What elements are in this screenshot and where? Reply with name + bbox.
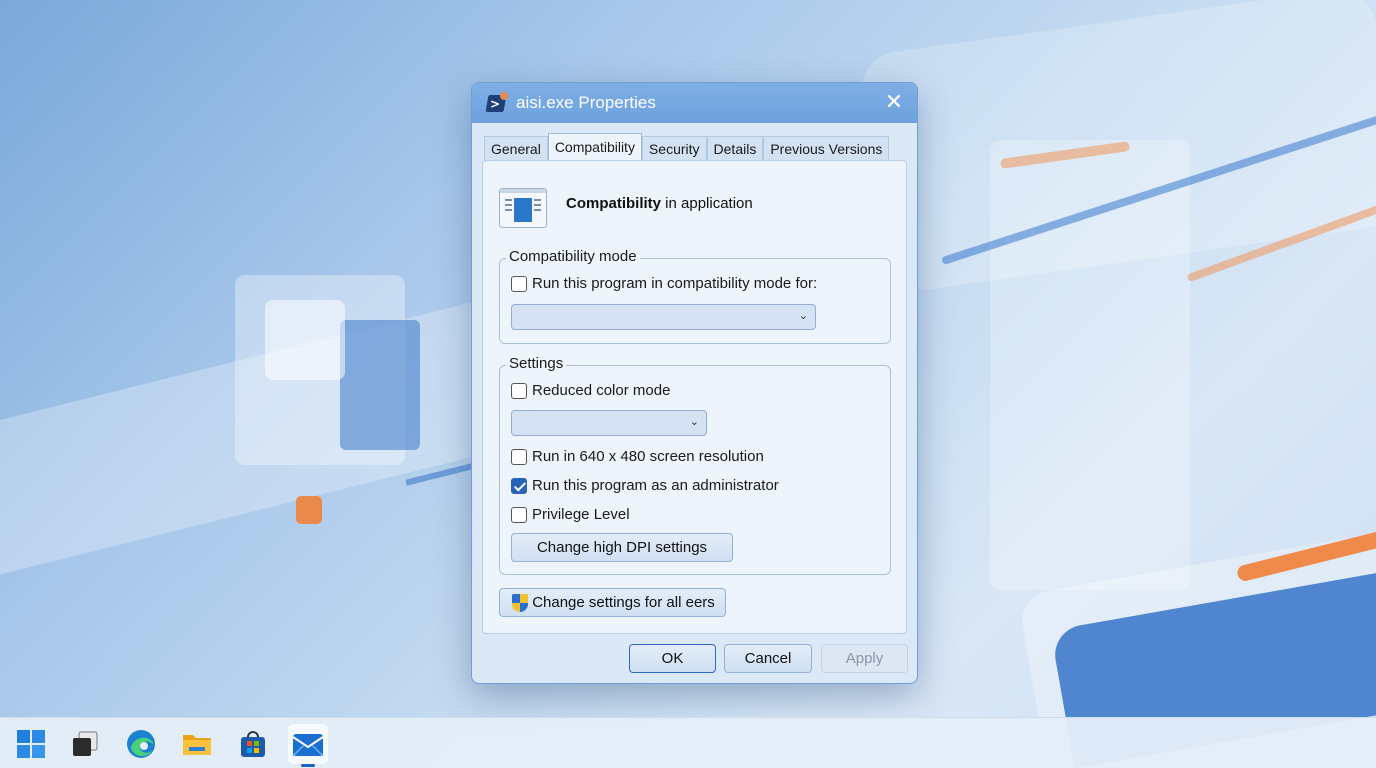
ok-button[interactable]: OK	[629, 644, 716, 673]
compat-mode-label: Run this program in compatibility mode f…	[532, 275, 818, 292]
dialog-title: aisi.exe Properties	[516, 93, 656, 112]
chevron-down-icon: ⌄	[798, 309, 808, 322]
group-label-settings: Settings	[506, 355, 567, 372]
wallpaper-shape	[296, 496, 322, 524]
edge-browser-icon[interactable]	[121, 724, 161, 764]
reduced-color-checkbox[interactable]	[511, 382, 527, 399]
tab-content: Compatibility in application Compatibili…	[482, 160, 907, 634]
wallpaper-shape	[990, 140, 1190, 590]
task-view-icon[interactable]	[65, 724, 105, 764]
compatibility-mode-group: Compatibility mode Run this program in c…	[499, 248, 891, 344]
reduced-color-row[interactable]: Reduced color mode	[511, 382, 670, 399]
file-explorer-icon[interactable]	[177, 724, 217, 764]
privilege-level-label: Privilege Level	[532, 506, 630, 523]
change-dpi-settings-button[interactable]: Change high DPI settings	[511, 533, 733, 562]
change-settings-all-users-button[interactable]: Change settings for all eers	[499, 588, 726, 617]
tab-strip: General Compatibility Security Details P…	[484, 133, 890, 161]
tab-details[interactable]: Details	[706, 136, 764, 161]
group-label-compatibility-mode: Compatibility mode	[506, 248, 640, 265]
change-settings-all-users-label: Change settings for all eers	[532, 594, 715, 611]
chevron-down-icon: ⌄	[689, 415, 699, 428]
close-icon[interactable]: ✕	[883, 92, 905, 114]
header-text: Compatibility in application	[566, 195, 753, 212]
taskbar	[0, 717, 1376, 768]
wallpaper-shape	[340, 320, 420, 450]
app-icon: >	[485, 92, 508, 114]
tab-security[interactable]: Security	[641, 136, 707, 161]
run-as-admin-row[interactable]: Run this program as an administrator	[511, 477, 779, 494]
privilege-level-checkbox[interactable]	[511, 506, 527, 523]
compat-mode-row[interactable]: Run this program in compatibility mode f…	[511, 275, 817, 292]
run-as-admin-label: Run this program as an administrator	[532, 477, 779, 494]
color-mode-dropdown[interactable]: ⌄	[511, 410, 707, 436]
tab-general[interactable]: General	[484, 136, 548, 161]
resolution-checkbox[interactable]	[511, 448, 527, 465]
tab-previous-versions[interactable]: Previous Versions	[763, 136, 890, 161]
title-bar[interactable]: > aisi.exe Properties ✕	[472, 83, 917, 123]
windows-start-icon[interactable]	[11, 724, 51, 764]
os-version-dropdown[interactable]: ⌄	[511, 304, 816, 330]
wallpaper-shape	[265, 300, 345, 380]
mail-icon[interactable]	[288, 724, 328, 767]
reduced-color-label: Reduced color mode	[532, 382, 671, 399]
resolution-row[interactable]: Run in 640 x 480 screen resolution	[511, 448, 764, 465]
tab-compatibility[interactable]: Compatibility	[547, 133, 642, 160]
uac-shield-icon	[510, 593, 530, 613]
properties-dialog: > aisi.exe Properties ✕ General Compatib…	[471, 82, 918, 684]
cancel-button[interactable]: Cancel	[724, 644, 812, 673]
microsoft-store-icon[interactable]	[233, 724, 273, 764]
privilege-level-row[interactable]: Privilege Level	[511, 506, 630, 523]
compat-mode-checkbox[interactable]	[511, 275, 527, 292]
settings-group: Settings Reduced color mode ⌄ Run in 640…	[499, 355, 891, 575]
run-as-admin-checkbox[interactable]	[511, 477, 527, 494]
apply-button[interactable]: Apply	[821, 644, 908, 673]
application-window-icon	[499, 188, 547, 228]
resolution-label: Run in 640 x 480 screen resolution	[532, 448, 764, 465]
active-indicator	[301, 764, 315, 767]
